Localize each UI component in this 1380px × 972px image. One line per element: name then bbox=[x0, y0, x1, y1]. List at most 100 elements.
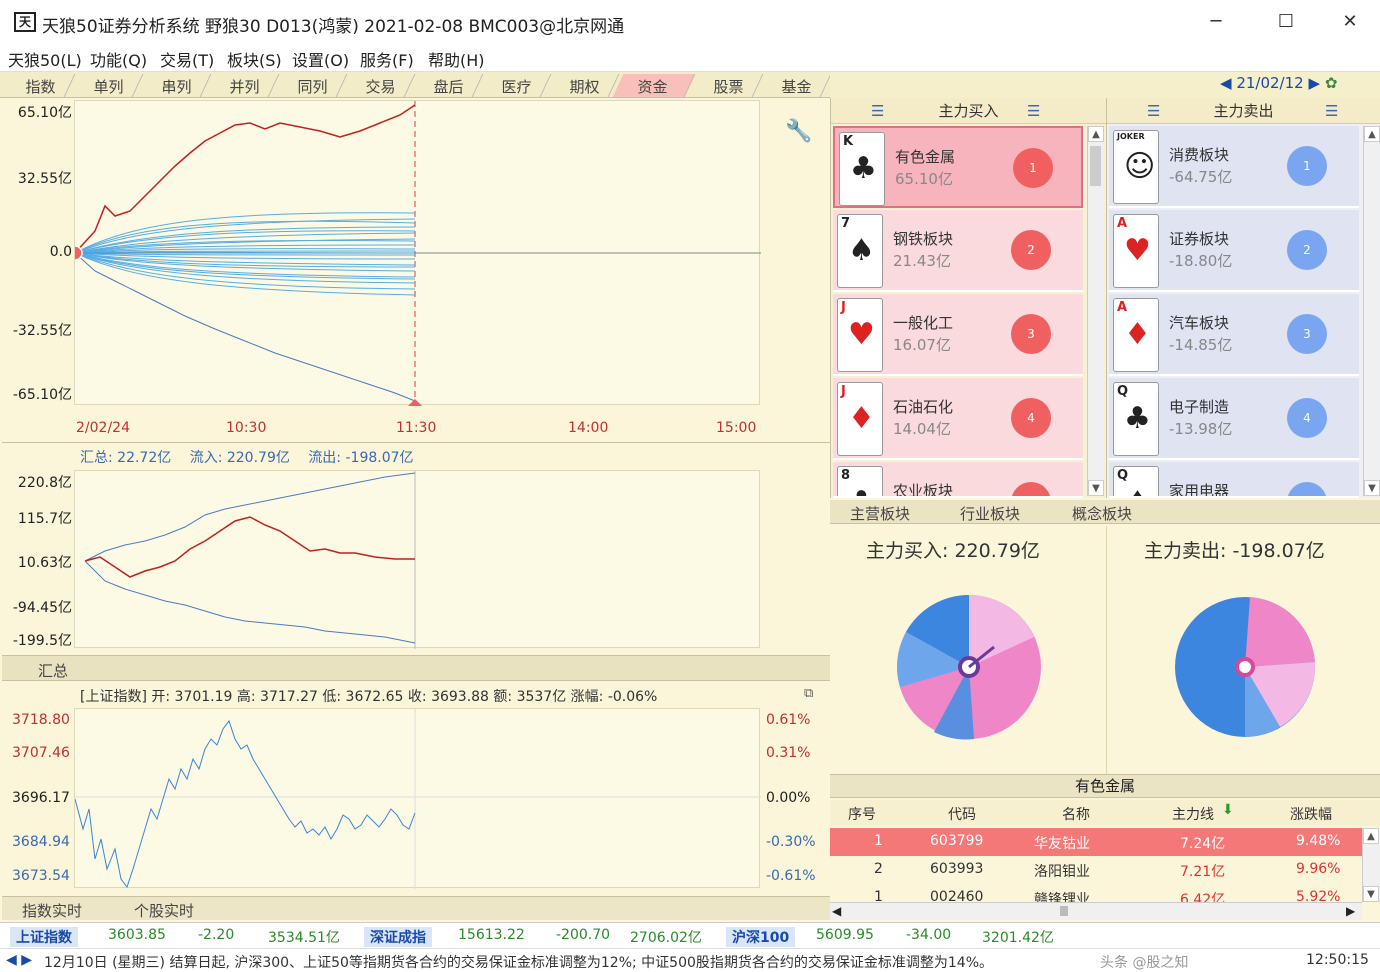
col-code[interactable]: 代码 bbox=[948, 804, 976, 824]
sell-card[interactable]: A ♦ 汽车板块 -14.85亿 3 bbox=[1109, 294, 1359, 376]
scroll-thumb[interactable] bbox=[1060, 906, 1068, 916]
tab-stock-realtime[interactable]: 个股实时 bbox=[134, 900, 194, 921]
tab-medical[interactable]: 医疗 bbox=[476, 74, 552, 97]
col-name[interactable]: 名称 bbox=[1062, 804, 1090, 824]
wrench-icon[interactable]: 🔧 bbox=[785, 119, 812, 144]
col-change[interactable]: 涨跌幅 bbox=[1290, 804, 1332, 824]
scroll-up-icon[interactable]: ▲ bbox=[1363, 828, 1379, 844]
window-title: 天狼50证券分析系统 野狼30 D013(鸿蒙) 2021-02-08 BMC0… bbox=[42, 17, 625, 37]
status-message: 12月10日 (星期三) 结算日起, 沪深300、上证50等指期货各合约的交易保… bbox=[44, 955, 994, 971]
sell-card[interactable]: Q ♣ 电子制造 -13.98亿 4 bbox=[1109, 378, 1359, 460]
buy-card[interactable]: 8♣ 农业板块 5 bbox=[833, 462, 1083, 498]
tab-same[interactable]: 同列 bbox=[272, 74, 348, 97]
sort-icon[interactable]: ☰ bbox=[871, 98, 884, 124]
sector-name: 农业板块 bbox=[893, 482, 954, 498]
tab-single[interactable]: 单列 bbox=[68, 74, 144, 97]
minimize-button[interactable]: ─ bbox=[1196, 8, 1236, 36]
scroll-down-icon[interactable]: ▼ bbox=[1363, 886, 1379, 902]
rank-badge: 2 bbox=[1011, 230, 1051, 270]
tab-series[interactable]: 串列 bbox=[136, 74, 212, 97]
prev-date-button[interactable]: ◀ bbox=[1220, 74, 1232, 92]
playing-card-icon: A ♦ bbox=[1113, 298, 1159, 372]
tab-options[interactable]: 期权 bbox=[544, 74, 620, 97]
sector-name: 一般化工 bbox=[893, 314, 954, 332]
ticker-label[interactable]: 深证成指 bbox=[364, 927, 432, 947]
table-row[interactable]: 1 002460 赣锋锂业 6.42亿 5.92% bbox=[830, 884, 1362, 902]
table-vscroll[interactable]: ▲ ▼ bbox=[1362, 828, 1380, 902]
sort-icon[interactable]: ☰ bbox=[1027, 98, 1040, 124]
sell-card[interactable]: A ♥ 证券板块 -18.80亿 2 bbox=[1109, 210, 1359, 292]
buy-card[interactable]: K ♣ 有色金属 65.10亿 1 bbox=[833, 126, 1083, 208]
col-flow[interactable]: 主力线 bbox=[1172, 804, 1214, 824]
sort-icon[interactable]: ☰ bbox=[1325, 98, 1338, 124]
scroll-left-icon[interactable]: ◀ bbox=[832, 904, 841, 918]
rank-badge: 3 bbox=[1011, 314, 1051, 354]
sector-name: 家用电器 bbox=[1169, 482, 1230, 498]
scroll-thumb[interactable] bbox=[1090, 146, 1101, 186]
tab-parallel[interactable]: 并列 bbox=[204, 74, 280, 97]
menu-service[interactable]: 服务(F) bbox=[360, 47, 414, 71]
flow-ylabel-2: 115.7亿 bbox=[17, 511, 72, 527]
tab-stocks[interactable]: 股票 bbox=[688, 74, 764, 97]
close-button[interactable]: ✕ bbox=[1330, 8, 1370, 36]
scroll-up-icon[interactable]: ▲ bbox=[1364, 126, 1380, 142]
menu-trade[interactable]: 交易(T) bbox=[160, 47, 214, 71]
table-row[interactable]: 2 603993 洛阳钼业 7.21亿 9.96% bbox=[830, 856, 1362, 884]
sort-down-icon[interactable]: ⬇ bbox=[1222, 802, 1234, 818]
playing-card-icon: Q♠ bbox=[1113, 466, 1159, 496]
table-hscroll[interactable]: ◀ ▶ bbox=[830, 902, 1362, 920]
sell-panel: ☰ 主力卖出 ☰ JOKER ☺ 消费板块 -64.75亿 1 A ♥ 证券板块 -… bbox=[1106, 98, 1380, 498]
ticker-amount: 3201.42亿 bbox=[982, 930, 1054, 946]
sort-icon[interactable]: ☰ bbox=[1147, 98, 1160, 124]
scroll-down-icon[interactable]: ▼ bbox=[1364, 480, 1380, 496]
tab-industry-sector[interactable]: 行业板块 bbox=[960, 503, 1020, 524]
sell-panel-header: ☰ 主力卖出 ☰ bbox=[1107, 98, 1380, 124]
sector-amount: -13.98亿 bbox=[1169, 420, 1233, 438]
tab-funds[interactable]: 基金 bbox=[756, 74, 832, 97]
sell-card[interactable]: JOKER ☺ 消费板块 -64.75亿 1 bbox=[1109, 126, 1359, 208]
rank-badge: 4 bbox=[1287, 398, 1327, 438]
sell-scrollbar[interactable]: ▲ ▼ bbox=[1363, 126, 1380, 496]
tab-trade[interactable]: 交易 bbox=[340, 74, 416, 97]
buy-card[interactable]: J ♦ 石油石化 14.04亿 4 bbox=[833, 378, 1083, 460]
main-xlabel-4: 14:00 bbox=[568, 420, 609, 436]
playing-card-icon: 7 ♠ bbox=[837, 214, 883, 288]
ticker-label[interactable]: 上证指数 bbox=[10, 927, 78, 947]
main-ylabel-5: -65.10亿 bbox=[12, 387, 72, 403]
menu-settings[interactable]: 设置(O) bbox=[292, 47, 349, 71]
date-navigator: ◀ 21/02/12 ▶ ✿ bbox=[1220, 74, 1337, 92]
tab-main-sector[interactable]: 主营板块 bbox=[850, 503, 910, 524]
settings-icon[interactable]: ✿ bbox=[1325, 74, 1338, 92]
tab-after[interactable]: 盘后 bbox=[408, 74, 484, 97]
next-date-button[interactable]: ▶ bbox=[1308, 74, 1320, 92]
col-no[interactable]: 序号 bbox=[848, 804, 876, 824]
tab-concept-sector[interactable]: 概念板块 bbox=[1072, 503, 1132, 524]
tab-index[interactable]: 指数 bbox=[0, 74, 76, 97]
menu-tianlang[interactable]: 天狼50(L) bbox=[8, 47, 82, 71]
menu-function[interactable]: 功能(Q) bbox=[90, 47, 147, 71]
flow-total: 汇总: 22.72亿 bbox=[80, 450, 172, 466]
expand-icon[interactable]: ⧉ bbox=[804, 686, 813, 701]
index-pct-1: 0.61% bbox=[766, 712, 811, 728]
sell-card[interactable]: Q♠ 家用电器 5 bbox=[1109, 462, 1359, 498]
buy-panel-title: 主力买入 bbox=[938, 102, 999, 120]
menu-help[interactable]: 帮助(H) bbox=[428, 47, 485, 71]
tab-index-realtime[interactable]: 指数实时 bbox=[22, 900, 82, 921]
menu-sector[interactable]: 板块(S) bbox=[227, 47, 282, 71]
scroll-right-icon[interactable]: ▶ bbox=[1346, 904, 1355, 918]
menu-bar: 天狼50(L) 功能(Q) 交易(T) 板块(S) 设置(O) 服务(F) 帮助… bbox=[0, 44, 1380, 72]
index-pct-2: 0.31% bbox=[766, 745, 811, 761]
maximize-button[interactable]: ☐ bbox=[1266, 8, 1306, 36]
scroll-left-icon[interactable]: ◀ ▶ bbox=[6, 952, 32, 968]
scroll-up-icon[interactable]: ▲ bbox=[1088, 126, 1104, 142]
flow-ylabel-1: 220.8亿 bbox=[17, 475, 72, 491]
buy-scrollbar[interactable]: ▲ ▼ bbox=[1087, 126, 1104, 496]
tab-capital[interactable]: 资金 bbox=[612, 74, 696, 97]
table-title: 有色金属 bbox=[830, 774, 1380, 798]
scroll-down-icon[interactable]: ▼ bbox=[1088, 480, 1104, 496]
tab-summary[interactable]: 汇总 bbox=[38, 660, 68, 681]
ticker-label[interactable]: 沪深100 bbox=[726, 927, 796, 947]
buy-card[interactable]: 7 ♠ 钢铁板块 21.43亿 2 bbox=[833, 210, 1083, 292]
table-row[interactable]: 1 603799 华友钴业 7.24亿 9.48% bbox=[830, 828, 1362, 856]
buy-card[interactable]: J ♥ 一般化工 16.07亿 3 bbox=[833, 294, 1083, 376]
